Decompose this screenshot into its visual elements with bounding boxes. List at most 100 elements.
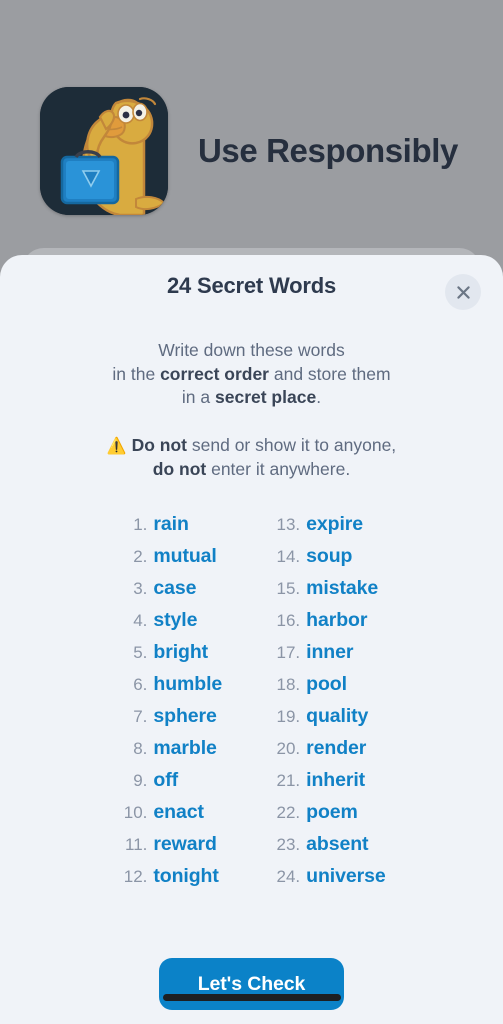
word-number: 10.: [123, 802, 148, 822]
instructions-line-2-bold: correct order: [160, 363, 269, 384]
warning-line-1-bold: Do not: [131, 434, 188, 455]
secret-words-sheet: 24 Secret Words Write down these words i…: [0, 255, 503, 1024]
word-item: 2. mutual: [117, 540, 222, 572]
word-text: quality: [306, 704, 369, 727]
close-button[interactable]: [445, 274, 481, 310]
word-number: 3.: [133, 578, 148, 598]
word-item: 6. humble: [117, 668, 222, 700]
word-number: 14.: [276, 546, 301, 566]
word-text: enact: [153, 800, 204, 823]
words-column-left: 1. rain 2. mutual 3. case 4. style 5. bright 6. hum…: [117, 508, 222, 892]
sheet-title: 24 Secret Words: [166, 273, 336, 298]
word-item: 9. off: [117, 764, 222, 796]
instructions-text: Write down these words in the correct or…: [0, 317, 503, 410]
home-indicator: [162, 994, 341, 1001]
word-text: expire: [306, 512, 364, 535]
word-number: 6.: [133, 674, 148, 694]
word-number: 15.: [276, 578, 301, 598]
app-header: Use Responsibly: [0, 78, 503, 223]
word-text: sphere: [153, 704, 217, 727]
word-number: 20.: [276, 738, 301, 758]
instructions-line-2-post: and store them: [269, 363, 391, 384]
word-number: 16.: [276, 610, 301, 630]
lets-check-button[interactable]: Let's Check: [159, 958, 344, 1010]
word-text: soup: [306, 544, 353, 567]
instructions-line-3-post: .: [316, 387, 322, 407]
word-number: 21.: [276, 770, 301, 790]
word-item: 18. pool: [270, 668, 385, 700]
word-item: 24. universe: [270, 860, 386, 892]
page-title: Use Responsibly: [198, 131, 458, 169]
word-text: marble: [153, 736, 217, 759]
word-number: 7.: [133, 706, 148, 726]
word-text: poem: [306, 800, 358, 823]
instructions-line-2: in the correct order and store them: [40, 363, 463, 387]
close-icon: [455, 284, 472, 301]
word-text: tonight: [153, 864, 219, 887]
word-item: 14. soup: [270, 540, 385, 572]
word-number: 18.: [276, 674, 301, 694]
secret-words-list: 1. rain 2. mutual 3. case 4. style 5. bright 6. hum…: [0, 508, 503, 892]
word-number: 19.: [276, 706, 301, 726]
word-item: 3. case: [117, 572, 222, 604]
word-number: 11.: [125, 834, 148, 854]
instructions-line-1-text: Write down these words: [158, 340, 345, 360]
word-text: style: [153, 608, 198, 631]
word-item: 15. mistake: [270, 572, 385, 604]
word-item: 5. bright: [117, 636, 222, 668]
word-number: 2.: [133, 546, 148, 566]
word-text: off: [153, 768, 179, 791]
warning-text: ⚠️ Do not send or show it to anyone, do …: [0, 410, 503, 482]
word-item: 8. marble: [117, 732, 222, 764]
word-item: 21. inherit: [270, 764, 385, 796]
sheet-header: 24 Secret Words: [0, 255, 503, 317]
warning-line-2-rest: enter it anywhere.: [206, 459, 351, 479]
word-number: 12.: [123, 866, 148, 886]
word-text: inner: [306, 640, 354, 663]
word-number: 5.: [133, 642, 148, 662]
warning-line-1-rest: send or show it to anyone,: [187, 434, 397, 455]
word-text: humble: [153, 672, 223, 695]
instructions-line-1: Write down these words: [40, 339, 463, 363]
word-number: 24.: [276, 866, 301, 886]
word-item: 1. rain: [117, 508, 222, 540]
word-number: 8.: [133, 738, 148, 758]
warning-line-2: do not enter it anywhere.: [34, 458, 469, 482]
word-text: harbor: [306, 608, 368, 631]
word-item: 17. inner: [270, 636, 385, 668]
word-number: 23.: [276, 834, 301, 854]
word-number: 17.: [276, 642, 301, 662]
word-number: 4.: [133, 610, 148, 630]
warning-triangle-icon: ⚠️: [106, 437, 127, 455]
word-text: mutual: [153, 544, 217, 567]
lets-check-label: Let's Check: [197, 972, 306, 995]
word-item: 23. absent: [270, 828, 385, 860]
instructions-line-3: in a secret place.: [40, 386, 463, 410]
word-text: rain: [153, 512, 189, 535]
word-item: 12. tonight: [117, 860, 222, 892]
word-item: 19. quality: [270, 700, 385, 732]
word-item: 11. reward: [117, 828, 222, 860]
warning-line-1: ⚠️ Do not send or show it to anyone,: [34, 434, 469, 459]
word-text: universe: [306, 864, 386, 887]
words-column-right: 13. expire 14. soup 15. mistake 16. harbor 17. in…: [270, 508, 386, 892]
word-number: 13.: [276, 514, 301, 534]
word-item: 13. expire: [270, 508, 385, 540]
word-item: 16. harbor: [270, 604, 385, 636]
instructions-line-2-pre: in the: [112, 363, 161, 384]
word-item: 4. style: [117, 604, 222, 636]
cta-container: Let's Check: [0, 958, 503, 1010]
word-item: 10. enact: [117, 796, 222, 828]
word-item: 20. render: [270, 732, 385, 764]
word-number: 1.: [133, 514, 148, 534]
word-text: reward: [153, 832, 217, 855]
word-text: case: [153, 576, 197, 599]
duck-shush-avatar: [40, 86, 168, 215]
word-text: mistake: [306, 576, 379, 599]
word-text: bright: [153, 640, 209, 663]
instructions-line-3-pre: in a: [181, 387, 215, 407]
warning-line-2-bold: do not: [152, 459, 207, 479]
word-text: inherit: [306, 768, 366, 791]
word-item: 7. sphere: [117, 700, 222, 732]
word-text: absent: [306, 832, 369, 855]
